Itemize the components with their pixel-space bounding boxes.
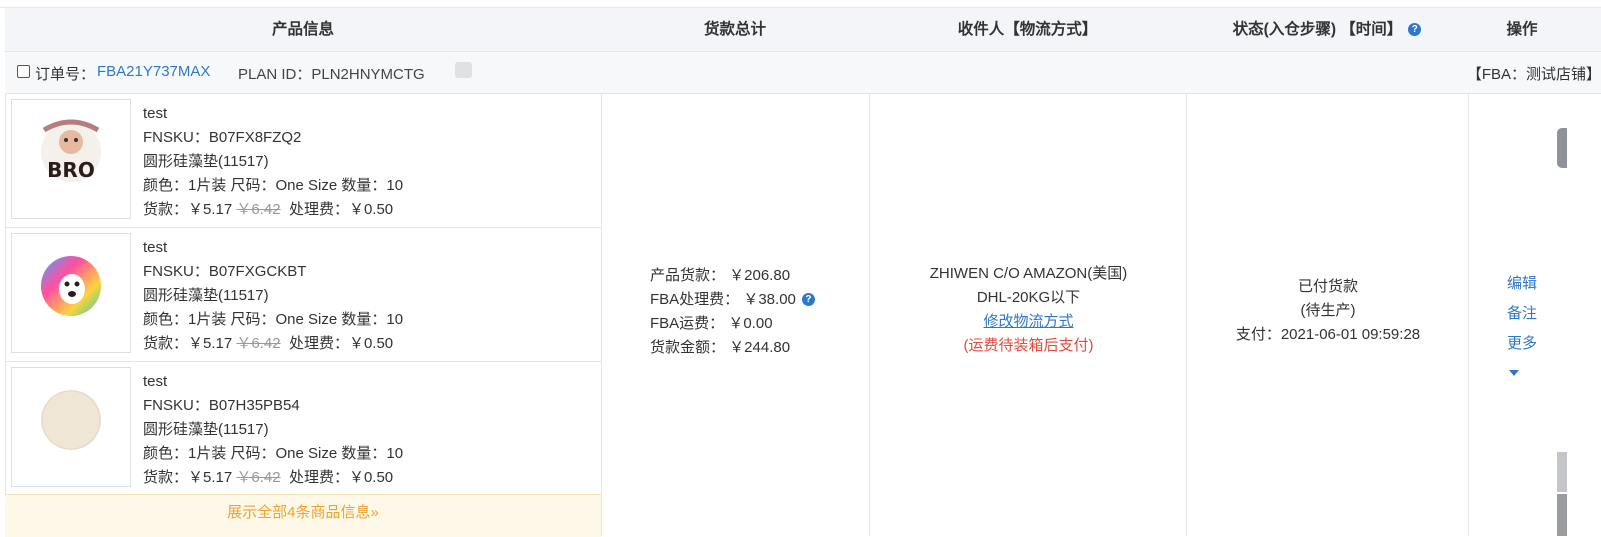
list-item: test FNSKU：B07H35PB54 圆形硅藻垫(11517) 颜色：1片… <box>5 362 601 495</box>
help-icon[interactable]: ? <box>1408 23 1422 36</box>
colorful-dog-coaster-icon <box>41 256 101 316</box>
fba-fee-row: FBA处理费： ￥38.00? <box>650 288 815 312</box>
status-state: 已付货款 <box>1297 278 1358 295</box>
copy-icon[interactable] <box>455 62 472 78</box>
product-fnsku: FNSKU：B07H35PB54 <box>143 397 300 414</box>
plain-beige-coaster-icon <box>41 390 101 450</box>
shipping-fee-note: (运费待装箱后支付) <box>963 337 1094 354</box>
product-info: test FNSKU：B07FX8FZQ2 圆形硅藻垫(11517) 颜色：1片… <box>143 102 403 222</box>
product-fnsku: FNSKU：B07FXGCKBT <box>143 263 307 280</box>
receiver-name: ZHIWEN C/O AMAZON(美国) <box>929 265 1128 282</box>
product-title: 圆形硅藻垫(11517) <box>143 287 269 304</box>
product-title: 圆形硅藻垫(11517) <box>143 421 269 438</box>
scrollbar-thumb[interactable] <box>1557 494 1567 536</box>
order-number-link[interactable]: FBA21Y737MAX <box>97 63 210 80</box>
remark-link[interactable]: 备注 <box>1507 299 1537 329</box>
plan-id: PLAN ID：PLN2HNYMCTG <box>238 66 425 83</box>
order-checkbox[interactable] <box>17 65 30 78</box>
product-attrs: 颜色：1片装 尺码：One Size 数量：10 <box>143 445 404 462</box>
product-list: BRO test FNSKU：B07FX8FZQ2 圆形硅藻垫(11517) 颜… <box>5 94 601 495</box>
fba-shipping: FBA运费： ￥0.00 <box>650 315 773 332</box>
header-status: 状态(入仓步骤) 【时间】? <box>1186 8 1468 51</box>
shipping-method: DHL-20KG以下 <box>976 289 1081 306</box>
header-ops: 操作 <box>1506 21 1538 38</box>
cat-bro-coaster-icon: BRO <box>41 119 101 182</box>
price: ￥5.17 <box>188 469 233 486</box>
scrollbar-track[interactable] <box>1557 452 1567 492</box>
original-price: ￥6.42 <box>236 335 281 352</box>
product-name: test <box>143 373 168 390</box>
product-attrs: 颜色：1片装 尺码：One Size 数量：10 <box>143 177 404 194</box>
original-price: ￥6.42 <box>236 201 281 218</box>
product-price-line: 货款：￥5.17 ￥6.42 处理费：￥0.50 <box>143 332 403 356</box>
receiver-cell: ZHIWEN C/O AMAZON(美国) DHL-20KG以下 修改物流方式 … <box>869 94 1187 536</box>
product-image[interactable]: BRO <box>11 99 131 219</box>
price-label: 货款： <box>143 469 189 486</box>
ops-cell: 编辑 备注 更多 <box>1468 94 1601 536</box>
show-all-products-button[interactable]: 展示全部4条商品信息» <box>5 494 601 537</box>
price: ￥5.17 <box>188 335 233 352</box>
price-label: 货款： <box>143 201 189 218</box>
handling-fee: 处理费：￥0.50 <box>288 469 394 486</box>
coaster-text: BRO <box>47 158 95 182</box>
product-attrs: 颜色：1片装 尺码：One Size 数量：10 <box>143 311 404 328</box>
list-item: BRO test FNSKU：B07FX8FZQ2 圆形硅藻垫(11517) 颜… <box>5 94 601 228</box>
original-price: ￥6.42 <box>236 469 281 486</box>
price-label: 货款： <box>143 335 189 352</box>
status-step: (待生产) <box>1300 302 1356 319</box>
product-image[interactable] <box>11 367 131 487</box>
payment-total-cell: 产品货款： ￥206.80 FBA处理费： ￥38.00? FBA运费： ￥0.… <box>601 94 870 536</box>
handling-fee: 处理费：￥0.50 <box>288 201 394 218</box>
list-item: test FNSKU：B07FXGCKBT 圆形硅藻垫(11517) 颜色：1片… <box>5 228 601 362</box>
scroll-handle[interactable] <box>1557 128 1567 168</box>
product-price-line: 货款：￥5.17 ￥6.42 处理费：￥0.50 <box>143 466 403 490</box>
product-name: test <box>143 239 168 256</box>
handling-fee: 处理费：￥0.50 <box>288 335 394 352</box>
fba-fee: FBA处理费： ￥38.00 <box>650 291 796 308</box>
store-label: 【FBA：测试店铺】 <box>1466 66 1601 83</box>
header-product-info: 产品信息 <box>271 21 334 38</box>
status-cell: 已付货款 (待生产) 支付：2021-06-01 09:59:28 <box>1186 94 1469 536</box>
product-price-line: 货款：￥5.17 ￥6.42 处理费：￥0.50 <box>143 198 403 222</box>
edit-link[interactable]: 编辑 <box>1507 269 1537 299</box>
product-fnsku: FNSKU：B07FX8FZQ2 <box>143 129 302 146</box>
change-shipping-link[interactable]: 修改物流方式 <box>870 310 1187 334</box>
caret-down-icon <box>1509 370 1519 376</box>
header-total: 货款总计 <box>703 21 766 38</box>
payment-time: 支付：2021-06-01 09:59:28 <box>1235 326 1421 343</box>
payment-amount: 货款金额： ￥244.80 <box>650 339 791 356</box>
product-image[interactable] <box>11 233 131 353</box>
header-receiver: 收件人【物流方式】 <box>957 21 1098 38</box>
header-status-label: 状态(入仓步骤) 【时间】 <box>1232 21 1403 38</box>
product-info: test FNSKU：B07H35PB54 圆形硅藻垫(11517) 颜色：1片… <box>143 370 403 490</box>
help-icon[interactable]: ? <box>801 293 815 306</box>
more-label: 更多 <box>1507 335 1538 352</box>
order-label: 订单号： <box>35 66 96 83</box>
product-payment: 产品货款： ￥206.80 <box>650 267 791 284</box>
product-name: test <box>143 105 168 122</box>
order-bar: 订单号： FBA21Y737MAX PLAN ID：PLN2HNYMCTG 【F… <box>5 52 1601 94</box>
product-title: 圆形硅藻垫(11517) <box>143 153 269 170</box>
more-menu[interactable]: 更多 <box>1507 329 1537 389</box>
table-header: 产品信息 货款总计 收件人【物流方式】 状态(入仓步骤) 【时间】? 操作 <box>5 8 1601 52</box>
product-info: test FNSKU：B07FXGCKBT 圆形硅藻垫(11517) 颜色：1片… <box>143 236 403 356</box>
price: ￥5.17 <box>188 201 233 218</box>
